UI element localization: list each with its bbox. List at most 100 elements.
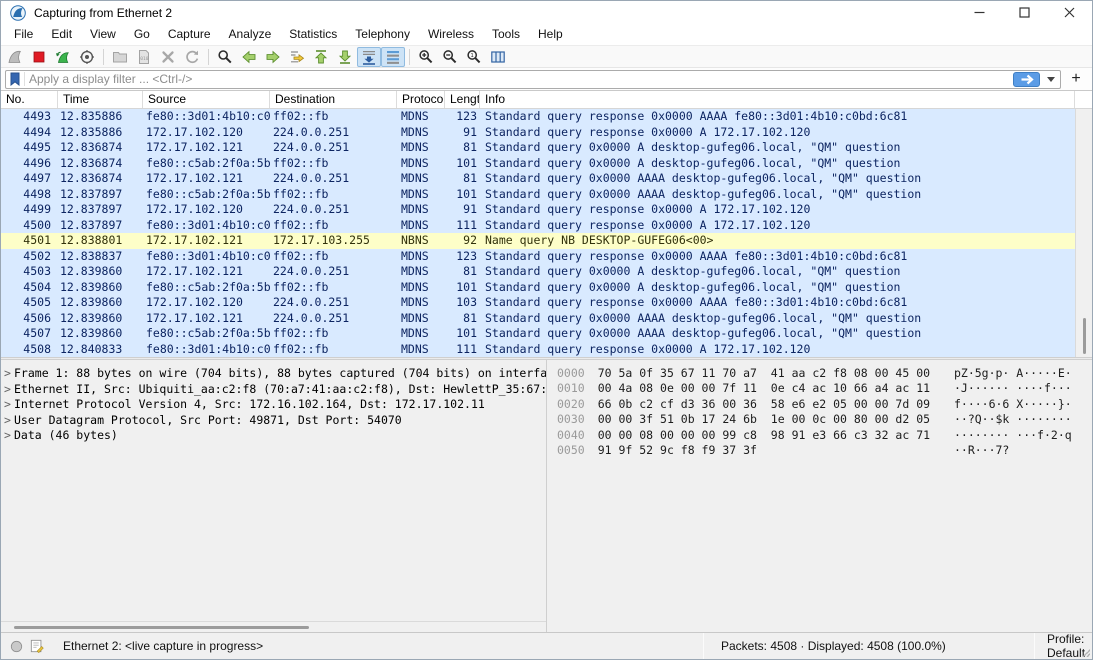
cell-no: 4494: [1, 125, 58, 141]
packet-row[interactable]: 450712.839860fe80::c5ab:2f0a:5bb…ff02::f…: [1, 326, 1075, 342]
stop-capture-button[interactable]: [27, 47, 51, 67]
cell-no: 4502: [1, 249, 58, 265]
menu-wireless[interactable]: Wireless: [419, 25, 483, 44]
detail-line[interactable]: >Ethernet II, Src: Ubiquiti_aa:c2:f8 (70…: [1, 382, 546, 398]
cell-no: 4503: [1, 264, 58, 280]
chevron-down-icon: [1047, 77, 1055, 82]
expander-icon[interactable]: >: [1, 397, 14, 413]
packet-row[interactable]: 449612.836874fe80::c5ab:2f0a:5bb…ff02::f…: [1, 156, 1075, 172]
go-last-button[interactable]: [333, 47, 357, 67]
column-header-info[interactable]: Info: [480, 91, 1075, 108]
column-header-protocol[interactable]: Protocol: [397, 91, 445, 108]
cell-len: 81: [445, 171, 480, 187]
packet-row[interactable]: 450412.839860fe80::c5ab:2f0a:5bb…ff02::f…: [1, 280, 1075, 296]
packet-list-header[interactable]: No.TimeSourceDestinationProtocolLengthIn…: [1, 91, 1092, 109]
detail-line[interactable]: >Data (46 bytes): [1, 428, 546, 444]
details-horizontal-scrollbar[interactable]: [1, 621, 546, 632]
packet-row[interactable]: 450612.839860172.17.102.121224.0.0.251MD…: [1, 311, 1075, 327]
auto-scroll-button[interactable]: [357, 47, 381, 67]
close-button[interactable]: [1047, 1, 1092, 24]
cell-proto: MDNS: [397, 187, 445, 203]
expander-icon[interactable]: >: [1, 366, 14, 382]
go-first-button[interactable]: [309, 47, 333, 67]
menu-file[interactable]: File: [5, 25, 42, 44]
packet-row[interactable]: 449712.836874172.17.102.121224.0.0.251MD…: [1, 171, 1075, 187]
apply-filter-button[interactable]: [1013, 72, 1040, 87]
column-header-source[interactable]: Source: [143, 91, 270, 108]
zoom-in-button[interactable]: [414, 47, 438, 67]
cell-no: 4501: [1, 233, 58, 249]
menu-statistics[interactable]: Statistics: [280, 25, 346, 44]
packet-row[interactable]: 450312.839860172.17.102.121224.0.0.251MD…: [1, 264, 1075, 280]
packet-row[interactable]: 450112.838801172.17.102.121172.17.103.25…: [1, 233, 1075, 249]
packet-row[interactable]: 449912.837897172.17.102.120224.0.0.251MD…: [1, 202, 1075, 218]
colorize-button[interactable]: [381, 47, 405, 67]
find-packet-button[interactable]: [213, 47, 237, 67]
open-file-button[interactable]: [108, 47, 132, 67]
hex-row[interactable]: 001000 4a 08 0e 00 00 7f 11 0e c4 ac 10 …: [557, 381, 1092, 396]
capture-options-button[interactable]: [75, 47, 99, 67]
restart-capture-button[interactable]: [51, 47, 75, 67]
zoom-out-button[interactable]: [438, 47, 462, 67]
cell-dst: ff02::fb: [270, 326, 397, 342]
scrollbar-thumb[interactable]: [14, 626, 309, 629]
capture-status-icon[interactable]: [10, 640, 23, 653]
hex-row[interactable]: 004000 00 08 00 00 00 99 c8 98 91 e3 66 …: [557, 428, 1092, 443]
zoom-100-button[interactable]: 1: [462, 47, 486, 67]
packet-row[interactable]: 449412.835886172.17.102.120224.0.0.251MD…: [1, 125, 1075, 141]
display-filter-box[interactable]: [5, 70, 1061, 89]
save-file-button[interactable]: 010: [132, 47, 156, 67]
menu-tools[interactable]: Tools: [483, 25, 529, 44]
minimize-button[interactable]: [957, 1, 1002, 24]
column-header-no[interactable]: No.: [1, 91, 58, 108]
menu-analyze[interactable]: Analyze: [220, 25, 281, 44]
packet-row[interactable]: 449312.835886fe80::3d01:4b10:c0b…ff02::f…: [1, 109, 1075, 125]
menu-capture[interactable]: Capture: [159, 25, 220, 44]
packet-row[interactable]: 449512.836874172.17.102.121224.0.0.251MD…: [1, 140, 1075, 156]
column-header-destination[interactable]: Destination: [270, 91, 397, 108]
close-file-button[interactable]: [156, 47, 180, 67]
packet-row[interactable]: 450512.839860172.17.102.120224.0.0.251MD…: [1, 295, 1075, 311]
detail-line[interactable]: >Internet Protocol Version 4, Src: 172.1…: [1, 397, 546, 413]
hex-row[interactable]: 003000 00 3f 51 0b 17 24 6b 1e 00 0c 00 …: [557, 412, 1092, 427]
maximize-button[interactable]: [1002, 1, 1047, 24]
menu-help[interactable]: Help: [529, 25, 572, 44]
hex-bytes: 00 00 08 00 00 00 99 c8 98 91 e3 66 c3 3…: [598, 428, 937, 442]
hex-row[interactable]: 002066 0b c2 cf d3 36 00 36 58 e6 e2 05 …: [557, 397, 1092, 412]
filter-bookmark-icon[interactable]: [9, 72, 25, 86]
packet-row[interactable]: 450812.840833fe80::3d01:4b10:c0b…ff02::f…: [1, 342, 1075, 358]
expander-icon[interactable]: >: [1, 382, 14, 398]
menu-view[interactable]: View: [81, 25, 125, 44]
go-back-button[interactable]: [237, 47, 261, 67]
packet-row[interactable]: 450012.837897fe80::3d01:4b10:c0b…ff02::f…: [1, 218, 1075, 234]
cell-time: 12.836874: [58, 140, 143, 156]
menu-telephony[interactable]: Telephony: [346, 25, 419, 44]
start-capture-button[interactable]: [3, 47, 27, 67]
add-filter-button[interactable]: +: [1066, 70, 1086, 89]
expert-info-icon[interactable]: [30, 639, 44, 653]
hex-row[interactable]: 000070 5a 0f 35 67 11 70 a7 41 aa c2 f8 …: [557, 366, 1092, 381]
scrollbar-thumb[interactable]: [1083, 318, 1086, 354]
menu-edit[interactable]: Edit: [42, 25, 81, 44]
reload-file-button[interactable]: [180, 47, 204, 67]
hex-row[interactable]: 005091 9f 52 9c f8 f9 37 3f ··R···7?: [557, 443, 1092, 458]
display-filter-input[interactable]: [29, 72, 1009, 86]
expander-icon[interactable]: >: [1, 413, 14, 429]
menu-go[interactable]: Go: [125, 25, 159, 44]
cell-dst: 224.0.0.251: [270, 171, 397, 187]
go-to-packet-button[interactable]: [285, 47, 309, 67]
packet-row[interactable]: 450212.838837fe80::3d01:4b10:c0b…ff02::f…: [1, 249, 1075, 265]
column-header-length[interactable]: Length: [445, 91, 480, 108]
cell-len: 81: [445, 311, 480, 327]
resize-columns-button[interactable]: [486, 47, 510, 67]
packet-row[interactable]: 449812.837897fe80::c5ab:2f0a:5bb…ff02::f…: [1, 187, 1075, 203]
cell-dst: ff02::fb: [270, 342, 397, 358]
packet-list-vertical-scrollbar[interactable]: [1075, 109, 1092, 357]
detail-line[interactable]: >Frame 1: 88 bytes on wire (704 bits), 8…: [1, 366, 546, 382]
filter-dropdown-caret[interactable]: [1044, 72, 1057, 87]
detail-line[interactable]: >User Datagram Protocol, Src Port: 49871…: [1, 413, 546, 429]
column-header-time[interactable]: Time: [58, 91, 143, 108]
expander-icon[interactable]: >: [1, 428, 14, 444]
resize-grip-icon[interactable]: [1080, 647, 1090, 657]
go-forward-button[interactable]: [261, 47, 285, 67]
